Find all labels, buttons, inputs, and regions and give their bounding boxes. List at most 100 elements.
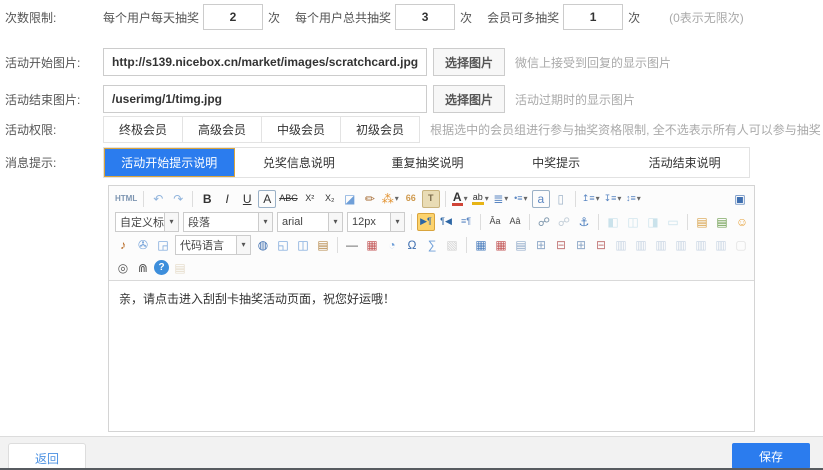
tab-activity-start-tip[interactable]: 活动开始提示说明 [104, 148, 235, 177]
insert-code-icon-glyph: ◲ [157, 239, 168, 251]
redo-icon[interactable]: ↷ [169, 190, 187, 208]
end-image-pick-button[interactable]: 选择图片 [433, 85, 505, 113]
tab-activity-end[interactable]: 活动结束说明 [620, 148, 749, 177]
screenshot-icon[interactable]: ◱ [274, 236, 292, 254]
table-title-icon[interactable]: ▤ [512, 236, 530, 254]
delete-row-icon[interactable]: ⊟ [552, 236, 570, 254]
insert-time-icon[interactable]: ◔ [383, 236, 401, 254]
row-spacing-icon[interactable]: ↧≡▾ [603, 190, 623, 208]
font-color-icon[interactable]: A▾ [451, 190, 469, 208]
editor-content[interactable]: 亲，请点击进入刮刮卡抽奖活动页面，祝您好运哦！ [109, 281, 754, 431]
line-height-icon[interactable]: ↕≡▾ [624, 190, 642, 208]
italic-icon[interactable]: I [218, 190, 236, 208]
member-level-ultimate-button[interactable]: 终极会员 [103, 116, 183, 143]
subscript-icon[interactable]: X₂ [321, 190, 339, 208]
end-image-url-input[interactable] [103, 85, 427, 113]
insert-image-icon[interactable]: ▤ [693, 213, 711, 231]
table-background-icon[interactable]: ▢ [732, 236, 750, 254]
auto-typeset-icon[interactable]: ⁂▾ [381, 190, 400, 208]
source-code-icon[interactable]: HTML [114, 190, 138, 208]
direction-ltr-icon[interactable]: ▶¶ [417, 213, 435, 231]
blockquote-icon[interactable]: 66 [402, 190, 420, 208]
font-size-select[interactable]: 12px▾ [347, 212, 405, 232]
tab-win-tip[interactable]: 中奖提示 [492, 148, 621, 177]
image-align-left-icon[interactable]: ◧ [604, 213, 622, 231]
delete-table-icon[interactable]: ▦ [492, 236, 510, 254]
paste-icon[interactable]: ▤ [171, 259, 189, 277]
member-extra-draw-input[interactable] [563, 4, 623, 30]
total-draw-limit-input[interactable] [395, 4, 455, 30]
undo-icon[interactable]: ↶ [149, 190, 167, 208]
horizontal-rule-icon[interactable]: — [343, 236, 361, 254]
image-align-right-icon[interactable]: ◨ [644, 213, 662, 231]
map-icon[interactable]: ◍ [254, 236, 272, 254]
help-icon[interactable]: ? [154, 260, 169, 275]
underline-icon-glyph: U [243, 193, 252, 205]
paragraph-select-value: 段落 [184, 214, 258, 230]
superscript-icon[interactable]: X² [301, 190, 319, 208]
start-image-pick-button[interactable]: 选择图片 [433, 48, 505, 76]
unlink-icon[interactable]: ☍ [555, 213, 573, 231]
merge-cells-icon[interactable]: ▥ [612, 236, 630, 254]
anchor-point-icon[interactable]: ⚓ [575, 213, 593, 231]
indent-icon[interactable]: ↥≡▾ [581, 190, 601, 208]
tab-redeem-info[interactable]: 兑奖信息说明 [235, 148, 364, 177]
insert-col-icon[interactable]: ⊞ [572, 236, 590, 254]
ordered-list-icon[interactable]: ≣▾ [492, 190, 510, 208]
tab-repeat-draw[interactable]: 重复抽奖说明 [363, 148, 492, 177]
start-image-url-input[interactable] [103, 48, 427, 76]
font-border-icon[interactable]: A [258, 190, 276, 208]
insert-table-icon[interactable]: ▦ [472, 236, 490, 254]
direction-rtl-icon[interactable]: ¶◀ [437, 213, 455, 231]
merge-right-icon[interactable]: ▥ [632, 236, 650, 254]
unordered-list-icon[interactable]: •≡▾ [512, 190, 530, 208]
split-cell-icon[interactable]: ▥ [672, 236, 690, 254]
member-level-junior-button[interactable]: 初级会员 [340, 116, 420, 143]
search-replace-icon[interactable]: ◎ [114, 259, 132, 277]
merge-down-icon[interactable]: ▥ [652, 236, 670, 254]
special-char-icon[interactable]: Ω [403, 236, 421, 254]
emotion-icon[interactable]: ☺ [733, 213, 751, 231]
strikethrough-icon[interactable]: ABC [278, 190, 299, 208]
remove-format-eraser-icon[interactable]: ◪ [341, 190, 359, 208]
custom-title-select-value: 自定义标题 [116, 214, 164, 230]
delete-col-icon[interactable]: ⊟ [592, 236, 610, 254]
image-align-center-icon[interactable]: ◫ [624, 213, 642, 231]
fullscreen-icon[interactable]: ▣ [731, 190, 749, 208]
insert-date-icon[interactable]: ▦ [363, 236, 381, 254]
new-page-icon[interactable]: ▯ [552, 190, 570, 208]
lowercase-icon[interactable]: Aâ [506, 213, 524, 231]
uppercase-icon[interactable]: Âa [486, 213, 504, 231]
multi-image-icon[interactable]: ▤ [713, 213, 731, 231]
save-button[interactable]: 保存 [732, 443, 810, 469]
code-language-select[interactable]: 代码语言▾ [175, 235, 251, 255]
lowercase-icon-glyph: Aâ [509, 217, 520, 226]
format-painter-icon[interactable]: ✏ [361, 190, 379, 208]
attachment-icon[interactable]: ✇ [134, 236, 152, 254]
member-level-middle-button[interactable]: 中级会员 [261, 116, 341, 143]
anchor-icon[interactable]: a [532, 190, 550, 208]
split-col-icon[interactable]: ▥ [712, 236, 730, 254]
link-icon[interactable]: ☍ [535, 213, 553, 231]
underline-icon[interactable]: U [238, 190, 256, 208]
template-icon[interactable]: ▤ [314, 236, 332, 254]
insert-code-icon[interactable]: ◲ [154, 236, 172, 254]
bold-icon[interactable]: B [198, 190, 216, 208]
highlight-color-icon[interactable]: ab▾ [471, 190, 490, 208]
insert-row-icon[interactable]: ⊞ [532, 236, 550, 254]
image-transfer-icon[interactable]: ▧ [443, 236, 461, 254]
paragraph-format-icon[interactable]: ≡¶ [457, 213, 475, 231]
image-align-none-icon[interactable]: ▭ [664, 213, 682, 231]
formula-icon[interactable]: ∑ [423, 236, 441, 254]
daily-draw-limit-input[interactable] [203, 4, 263, 30]
paste-text-icon[interactable]: T [422, 190, 440, 208]
back-button[interactable]: 返回 [8, 443, 86, 470]
font-family-select[interactable]: arial▾ [277, 212, 343, 232]
paragraph-select[interactable]: 段落▾ [183, 212, 273, 232]
split-row-icon[interactable]: ▥ [692, 236, 710, 254]
custom-title-select[interactable]: 自定义标题▾ [115, 212, 179, 232]
music-icon[interactable]: ♪ [114, 236, 132, 254]
member-level-senior-button[interactable]: 高级会员 [182, 116, 262, 143]
find-icon[interactable]: ⋒ [134, 259, 152, 277]
iframe-icon[interactable]: ◫ [294, 236, 312, 254]
